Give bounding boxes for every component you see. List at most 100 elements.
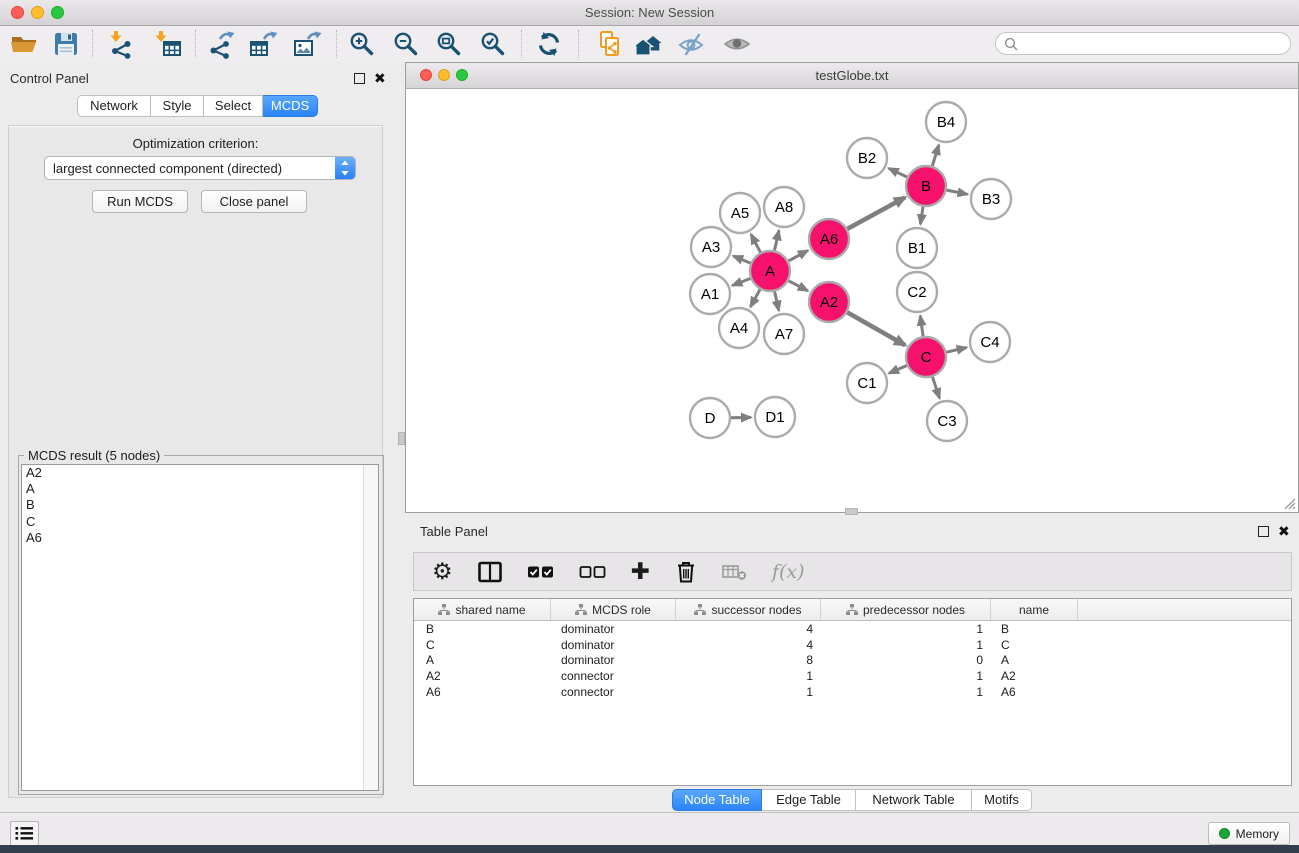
graph-edge-C-C4[interactable] [946,348,966,353]
column-header-mcds-role[interactable]: MCDS role [551,599,676,620]
memory-button[interactable]: Memory [1208,822,1290,845]
table-cell[interactable]: B [414,622,551,636]
table-cell[interactable]: 1 [821,685,991,699]
graph-edge-A-A6[interactable] [789,250,808,261]
column-header-successor-nodes[interactable]: successor nodes [676,599,821,620]
table-cell[interactable]: A [414,653,551,667]
tab-network[interactable]: Network [77,95,151,117]
deselect-all-checkboxes-button[interactable] [579,563,606,581]
search-input[interactable] [1018,35,1272,52]
graph-edge-B-B3[interactable] [947,190,968,194]
column-header-predecessor-nodes[interactable]: predecessor nodes [821,599,991,620]
graph-edge-A-A7[interactable] [775,292,779,311]
export-image-button[interactable] [290,27,324,61]
tab-network-table[interactable]: Network Table [856,789,972,811]
split-columns-button[interactable] [478,561,502,583]
tab-select[interactable]: Select [204,95,263,117]
control-panel-close-button[interactable]: ✖ [374,72,386,86]
task-history-button[interactable] [10,821,39,846]
graph-node-A1[interactable]: A1 [690,274,730,314]
graph-node-A3[interactable]: A3 [691,227,731,267]
table-cell[interactable]: 1 [676,669,821,683]
table-cell[interactable]: A6 [991,685,1078,699]
mcds-result-item[interactable]: B [22,497,378,513]
table-cell[interactable]: dominator [551,653,676,667]
run-mcds-button[interactable]: Run MCDS [92,190,188,213]
graph-node-A5[interactable]: A5 [720,193,760,233]
table-row[interactable]: A6connector11A6 [414,684,1291,700]
table-cell[interactable]: A2 [991,669,1078,683]
graph-edge-C-C1[interactable] [889,366,907,374]
table-cell[interactable]: 1 [821,622,991,636]
hide-selection-button[interactable] [675,27,709,61]
table-cell[interactable]: B [991,622,1078,636]
show-all-button[interactable] [720,27,754,61]
column-header-name[interactable]: name [991,599,1078,620]
graph-edge-A-A8[interactable] [775,230,779,250]
graph-edge-A-A3[interactable] [733,256,750,263]
table-cell[interactable]: C [414,638,551,652]
table-row[interactable]: Cdominator41C [414,637,1291,653]
table-cell[interactable]: 0 [821,653,991,667]
graph-node-A8[interactable]: A8 [764,187,804,227]
graph-edge-A-A1[interactable] [732,279,750,286]
tab-edge-table[interactable]: Edge Table [762,789,856,811]
tab-mcds[interactable]: MCDS [263,95,318,117]
table-cell[interactable]: A6 [414,685,551,699]
open-session-button[interactable] [7,27,41,61]
table-cell[interactable]: 1 [821,638,991,652]
graph-node-C2[interactable]: C2 [897,272,937,312]
zoom-in-button[interactable] [345,27,379,61]
graph-node-B3[interactable]: B3 [971,179,1011,219]
zoom-out-button[interactable] [389,27,423,61]
table-cell[interactable]: A2 [414,669,551,683]
table-cell[interactable]: connector [551,685,676,699]
mcds-result-item[interactable]: A6 [22,530,378,546]
export-table-button[interactable] [246,27,280,61]
table-cell[interactable]: connector [551,669,676,683]
table-row[interactable]: Bdominator41B [414,621,1291,637]
close-panel-button[interactable]: Close panel [201,190,307,213]
delete-table-button[interactable] [722,562,747,581]
splitpane-handle[interactable] [398,432,405,445]
table-cell[interactable]: dominator [551,638,676,652]
criterion-dropdown[interactable]: largest connected component (directed) [44,156,356,180]
table-panel-close-button[interactable]: ✖ [1278,525,1290,539]
column-header-shared-name[interactable]: shared name [414,599,551,620]
network-canvas[interactable]: AA1A2A3A4A5A6A7A8BB1B2B3B4CC1C2C3C4DD1 [406,89,1296,510]
table-cell[interactable]: 8 [676,653,821,667]
graph-node-D1[interactable]: D1 [755,397,795,437]
mcds-result-item[interactable]: A2 [22,465,378,481]
graph-edge-A2-C[interactable] [847,312,905,345]
zoom-fit-button[interactable] [432,27,466,61]
graph-node-C[interactable]: C [906,337,946,377]
graph-edge-A-A4[interactable] [751,289,761,307]
graph-node-B2[interactable]: B2 [847,138,887,178]
tab-style[interactable]: Style [151,95,204,117]
table-panel-float-button[interactable] [1258,526,1269,537]
table-settings-button[interactable]: ⚙ [432,559,453,585]
graph-edge-A-A5[interactable] [751,234,760,252]
graph-node-A6[interactable]: A6 [809,219,849,259]
table-row[interactable]: Adominator80A [414,653,1291,669]
graph-node-A2[interactable]: A2 [809,282,849,322]
import-network-button[interactable] [104,27,138,61]
function-builder-button[interactable]: f(x) [772,561,805,583]
control-panel-float-button[interactable] [354,73,365,84]
graph-node-B[interactable]: B [906,166,946,206]
graph-edge-A-A2[interactable] [789,281,808,291]
table-row[interactable]: A2connector11A2 [414,668,1291,684]
scrollbar-track[interactable] [363,465,378,790]
graph-edge-B-B1[interactable] [920,207,923,224]
table-cell[interactable]: dominator [551,622,676,636]
export-network-button[interactable] [204,27,238,61]
graph-edge-B-B4[interactable] [932,145,939,166]
select-all-checkboxes-button[interactable] [527,563,554,581]
add-column-button[interactable]: ✚ [631,559,650,585]
mcds-result-item[interactable]: C [22,514,378,530]
mcds-result-item[interactable]: A [22,481,378,497]
graph-edge-C-C2[interactable] [920,316,923,336]
table-cell[interactable]: 1 [676,685,821,699]
graph-edge-A6-B[interactable] [847,198,905,229]
new-network-from-selection-button[interactable] [593,27,627,61]
